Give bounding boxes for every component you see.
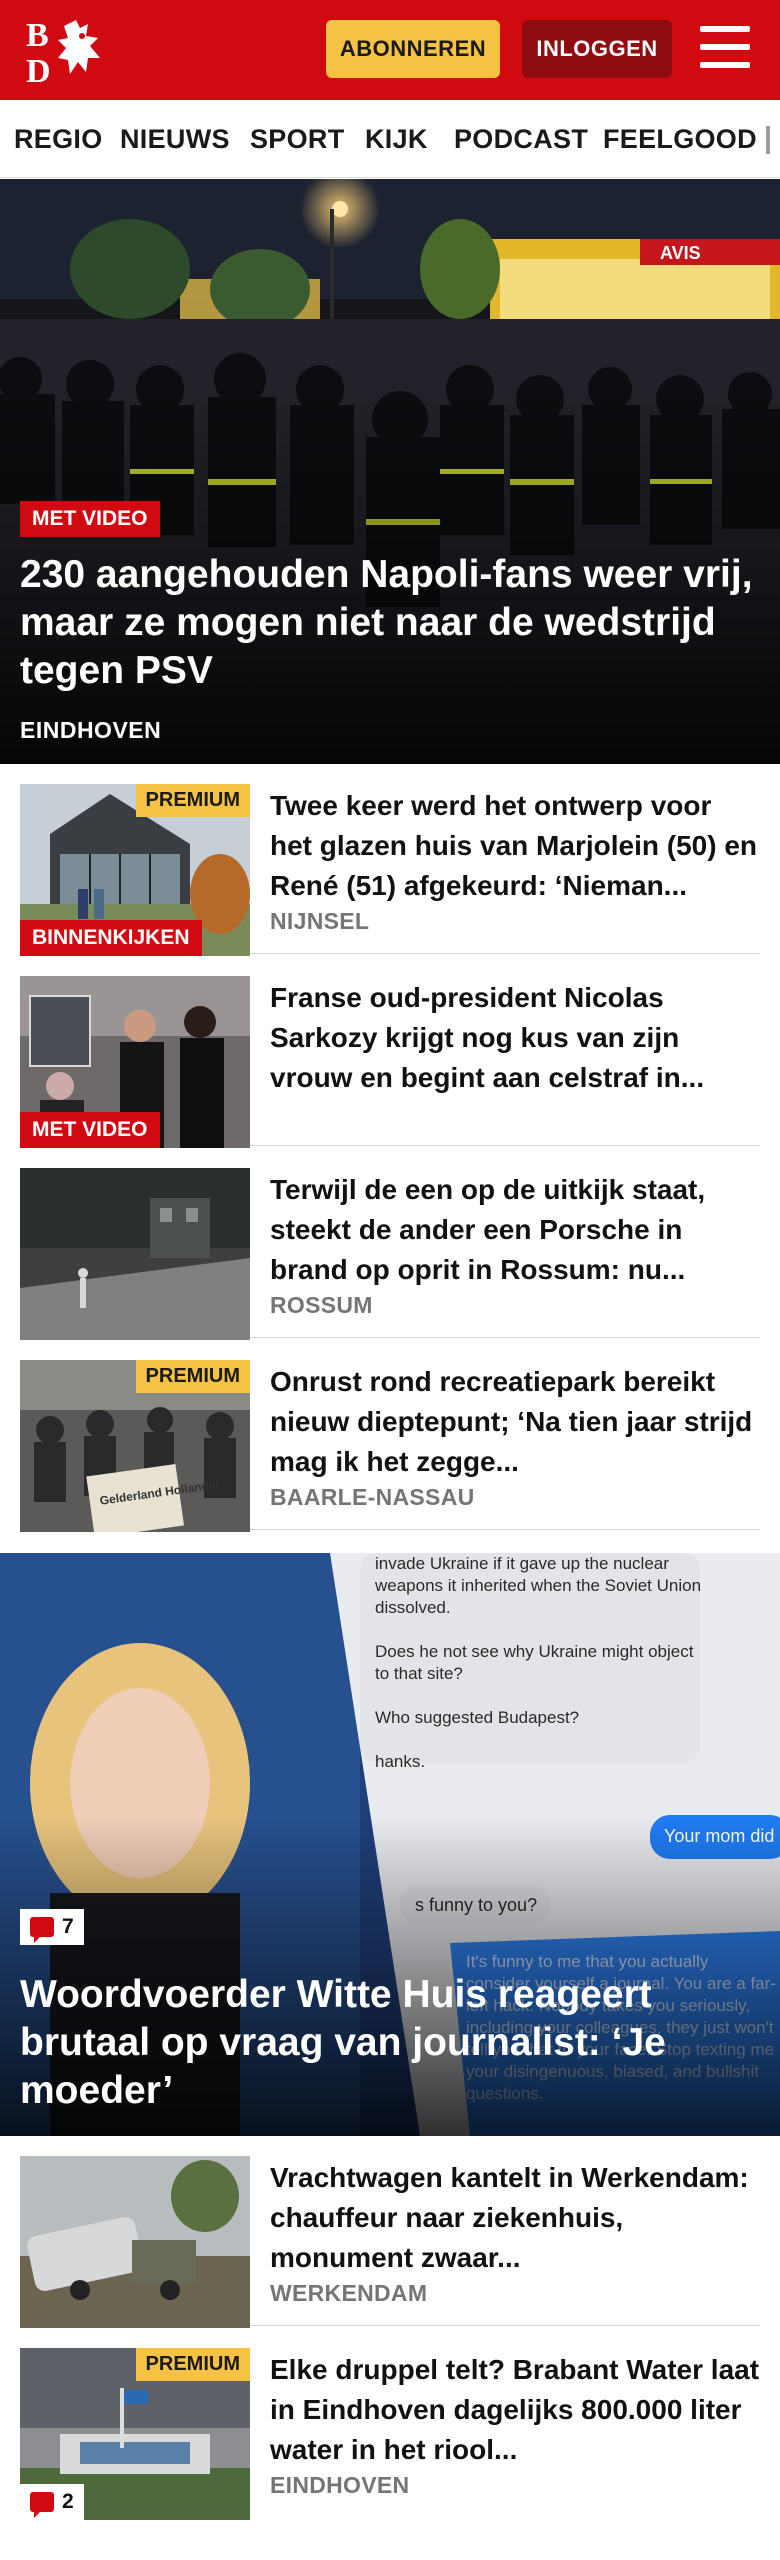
nav-item-kijk[interactable]: KIJK	[365, 100, 428, 177]
comment-count-badge[interactable]: 7	[20, 1909, 84, 1945]
article-title[interactable]: Elke druppel telt? Brabant Water laat in…	[270, 2350, 760, 2470]
chat-message-blue: Your mom did	[664, 1826, 775, 1846]
list-item[interactable]: PREMIUM 2 Elke druppel telt? Brabant Wat…	[20, 2328, 760, 2520]
hero-article[interactable]: AVIS MET VIDEO 230 aangehouden Napoli-fa…	[0, 179, 780, 764]
list-item[interactable]: Gelderland Hollander PREMIUM Onrust rond…	[20, 1340, 760, 1532]
bd-logo[interactable]: B D	[24, 14, 114, 90]
chat-message-grey: invade Ukraine if it gave up the nuclear…	[375, 1554, 702, 1771]
svg-text:D: D	[26, 53, 51, 86]
article-location: ROSSUM	[270, 1292, 373, 1318]
comment-icon	[30, 2492, 54, 2518]
nav-item-podcast[interactable]: PODCAST	[454, 100, 588, 177]
nav-item-regio[interactable]: REGIO	[14, 100, 103, 177]
svg-text:B: B	[26, 17, 49, 54]
nav-item-feelgood[interactable]: FEELGOOD	[603, 100, 757, 177]
video-badge: MET VIDEO	[20, 1112, 160, 1148]
list-item[interactable]: Terwijl de een op de uitkijk staat, stee…	[20, 1148, 760, 1340]
hero-location: EINDHOVEN	[20, 717, 162, 743]
nav-overflow-indicator	[766, 126, 770, 154]
article-title[interactable]: Onrust rond recreatiepark bereikt nieuw …	[270, 1362, 760, 1482]
article-thumbnail	[20, 2156, 250, 2328]
list-item[interactable]: MET VIDEO Franse oud-president Nicolas S…	[20, 956, 760, 1148]
premium-badge: PREMIUM	[135, 1360, 250, 1393]
hero-title[interactable]: 230 aangehouden Napoli-fans weer vrij, m…	[20, 551, 760, 695]
site-header: B D ABONNEREN INLOGGEN	[0, 0, 780, 100]
article-title[interactable]: Vrachtwagen kantelt in Werkendam: chauff…	[270, 2158, 760, 2278]
article-thumbnail	[20, 1168, 250, 1340]
article-location: WERKENDAM	[270, 2280, 428, 2306]
list-item[interactable]: PREMIUM BINNENKIJKEN Twee keer werd het …	[20, 764, 760, 956]
chat-message-grey-2: s funny to you?	[415, 1895, 538, 1915]
premium-badge: PREMIUM	[135, 784, 250, 817]
article-thumbnail: PREMIUM BINNENKIJKEN	[20, 784, 250, 956]
hero-video-badge: MET VIDEO	[20, 501, 160, 537]
comment-icon	[30, 1917, 54, 1943]
article-thumbnail: Gelderland Hollander PREMIUM	[20, 1360, 250, 1532]
nav-item-sport[interactable]: SPORT	[250, 100, 345, 177]
article-location: EINDHOVEN	[270, 2472, 410, 2498]
section-nav: REGIO NIEUWS SPORT KIJK PODCAST FEELGOOD	[0, 100, 780, 178]
nav-item-nieuws[interactable]: NIEUWS	[120, 100, 230, 177]
category-badge: BINNENKIJKEN	[20, 920, 202, 956]
login-button[interactable]: INLOGGEN	[522, 20, 672, 78]
list-item[interactable]: Vrachtwagen kantelt in Werkendam: chauff…	[20, 2136, 760, 2328]
article-location: BAARLE-NASSAU	[270, 1484, 475, 1510]
comment-count: 7	[62, 1915, 74, 1938]
article-title[interactable]: Franse oud-president Nicolas Sarkozy kri…	[270, 978, 760, 1098]
comment-count: 2	[62, 2490, 74, 2513]
article-location: NIJNSEL	[270, 908, 370, 934]
article-thumbnail: PREMIUM 2	[20, 2348, 250, 2520]
feature-article[interactable]: invade Ukraine if it gave up the nuclear…	[0, 1553, 780, 2136]
article-thumbnail: MET VIDEO	[20, 976, 250, 1148]
feature-title[interactable]: Woordvoerder Witte Huis reageert brutaal…	[20, 1971, 760, 2115]
premium-badge: PREMIUM	[135, 2348, 250, 2381]
article-title[interactable]: Twee keer werd het ontwerp voor het glaz…	[270, 786, 760, 906]
article-title[interactable]: Terwijl de een op de uitkijk staat, stee…	[270, 1170, 760, 1290]
comment-count-badge[interactable]: 2	[20, 2484, 84, 2520]
hamburger-menu-icon[interactable]	[700, 26, 754, 72]
subscribe-button[interactable]: ABONNEREN	[326, 20, 500, 78]
